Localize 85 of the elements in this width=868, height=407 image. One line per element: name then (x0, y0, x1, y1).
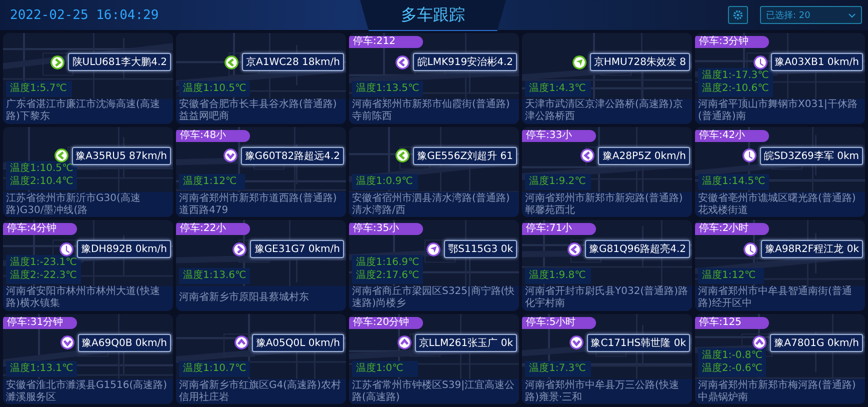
temperature-reading: 温度1:10.5℃ (183, 82, 246, 94)
address-text: 河南省新乡市红旗区G4(高速路)农村信用社庄岩 (176, 379, 346, 404)
address-text: 河南省郑州市新郑市新宛路(普通路)郸馨苑西北 (522, 192, 692, 217)
address-text: 河南省郑州市新郑市仙霞街(普通路)寺前陈西 (349, 98, 519, 124)
stop-duration-badge: 停车:20分钟 (349, 316, 423, 328)
temperature-reading: 温度1:5.7℃ (10, 82, 68, 94)
temperature-reading: 温度1:-0.8℃ (702, 350, 762, 362)
temperature-reading: 温度1:0.9℃ (356, 176, 414, 188)
settings-icon (733, 10, 743, 20)
vehicle-label[interactable]: 鄂S115G3 0k (444, 240, 517, 258)
stop-duration-badge: 停车:42小 (695, 130, 769, 142)
stop-duration-badge: 停车:22小 (176, 223, 250, 235)
temperature-reading: 温度1:-17.3℃ (702, 70, 769, 82)
stop-duration-badge: 停车:3分钟 (695, 36, 769, 48)
temperature-reading: 温度1:16.9℃ (356, 256, 420, 268)
address-text: 河南省新乡市原阳县蔡城村东 (176, 286, 346, 310)
vehicle-label[interactable]: 京LLM261张玉广 0k (414, 334, 517, 352)
temperature-reading: 温度1:0℃ (356, 363, 404, 375)
stop-duration-badge: 停车:4分钟 (3, 223, 77, 235)
temperature-reading: 温度2:10.4℃ (10, 176, 74, 188)
vehicle-label[interactable]: 豫A69Q0B 0km/h (78, 334, 171, 352)
vehicle-label[interactable]: 京HMU728朱效发 8 (590, 53, 690, 71)
temperature-reading: 温度1:10.5℃ (10, 163, 74, 175)
temperature-reading: 温度1:14.5℃ (702, 176, 766, 188)
chevron-down-icon (848, 12, 856, 18)
vehicle-select[interactable]: 已选择: 20 (760, 6, 862, 24)
vehicle-label[interactable]: 豫A28P5Z 0km/h (598, 146, 690, 164)
address-text: 河南省郑州市中牟县智通南街(普通路)经开区中 (695, 286, 865, 310)
vehicle-label[interactable]: 豫A7801G 0km/h (770, 334, 863, 352)
address-text: 江苏省徐州市新沂市G30(高速路)G30/墨冲线(路 (3, 192, 173, 217)
temperature-reading: 温度1:13.6℃ (183, 270, 246, 282)
temperature-reading: 温度2:-10.6℃ (702, 82, 769, 94)
temperature-reading: 温度1:12℃ (183, 176, 238, 188)
stop-duration-badge: 停车:71小 (522, 223, 596, 235)
stop-duration-badge: 停车:33小 (522, 130, 596, 142)
vehicle-label[interactable]: 豫A03XB1 0km/h (770, 53, 863, 71)
address-text: 安徽省亳州市谯城区曙光路(普通路)花戏楼街道 (695, 192, 865, 217)
temperature-reading: 温度1:7.3℃ (529, 363, 587, 375)
address-text: 江苏省常州市钟楼区S39|江宜高速公路(高速路) (349, 379, 519, 404)
address-text: 河南省开封市尉氏县Y032(普通路)路化宇村南 (522, 286, 692, 310)
vehicle-label[interactable]: 豫A98R2F程江龙 0k (761, 240, 863, 258)
temperature-reading: 温度1:13.1℃ (10, 363, 74, 375)
temperature-reading: 温度1:13.5℃ (356, 82, 420, 94)
address-text: 河南省郑州市新郑市道西路(普通路)道西路479 (176, 192, 346, 217)
stop-duration-badge: 停车:125 (695, 316, 769, 328)
address-text: 安徽省淮北市濉溪县G1516(高速路)濉溪服务区 (3, 379, 173, 404)
temperature-reading: 温度2:-0.6℃ (702, 363, 762, 375)
temperature-reading: 温度1:4.3℃ (529, 82, 587, 94)
address-text: 河南省郑州市新郑市梅河路(普通路)中鼎锅炉南 (695, 379, 865, 404)
address-text: 河南省安阳市林州市林州大道(快速路)横水镇集 (3, 286, 173, 310)
stop-duration-badge: 停车:35小 (349, 223, 423, 235)
vehicle-label[interactable]: 豫C171HS韩世隆 0k (586, 334, 690, 352)
stop-duration-badge: 停车:31分钟 (3, 316, 77, 328)
temperature-reading: 温度1:9.8℃ (529, 270, 587, 282)
vehicle-label[interactable]: 豫GE556Z刘超升 61 (413, 146, 517, 164)
vehicle-label[interactable]: 京A1WC28 18km/h (242, 53, 344, 71)
stop-duration-badge: 停车:5小时 (522, 316, 596, 328)
stop-duration-badge: 停车:212 (349, 36, 423, 48)
page-title: 多车跟踪 (360, 0, 506, 31)
stop-duration-badge: 停车:48小 (176, 130, 250, 142)
vehicle-label[interactable]: 豫G81Q96路超亮4.2 (585, 240, 690, 258)
address-text: 河南省平顶山市舞钢市X031|干休路(普通路)南 (695, 98, 865, 124)
temperature-reading: 温度1:-23.1℃ (10, 256, 77, 268)
vehicle-label[interactable]: 豫DH892B 0km/h (77, 240, 171, 258)
vehicle-label[interactable]: 豫A35RU5 87km/h (72, 146, 171, 164)
address-text: 安徽省合肥市长丰县谷水路(普通路)益益网吧商 (176, 98, 346, 124)
vehicle-label[interactable]: 豫GE31G7 0km/h (250, 240, 344, 258)
temperature-reading: 温度1:9.2℃ (529, 176, 587, 188)
vehicle-label[interactable]: 豫A05Q0L 0km/h (252, 334, 344, 352)
address-text: 河南省郑州市中牟县万三公路(快速路)雍景·三和 (522, 379, 692, 404)
vehicle-label[interactable]: 陕ULU681李大鹏4.2 (68, 53, 171, 71)
temperature-reading: 温度1:12℃ (702, 270, 757, 282)
temperature-reading: 温度2:17.6℃ (356, 270, 420, 282)
vehicle-label[interactable]: 豫G60T82路超远4.2 (240, 146, 344, 164)
vehicle-label[interactable]: 皖LMK919安治彬4.2 (413, 53, 517, 71)
address-text: 广东省湛江市廉江市沈海高速(高速路)下黎东 (3, 98, 173, 124)
temperature-reading: 温度2:-22.3℃ (10, 270, 77, 282)
settings-button[interactable] (728, 6, 748, 24)
stop-duration-badge: 停车:2小时 (695, 223, 769, 235)
temperature-reading: 温度1:10.7℃ (183, 363, 246, 375)
address-text: 河南省商丘市梁园区S325|商宁路(快速路)尚楼乡 (349, 286, 519, 310)
datetime-text: 2022-02-25 16:04:29 (9, 8, 160, 22)
address-text: 安徽省宿州市泗县清水湾路(普通路)清水湾路/西 (349, 192, 519, 217)
vehicle-label[interactable]: 皖SD3Z69李军 0km (760, 146, 863, 164)
address-text: 天津市武清区京津公路桥(高速路)京津公路桥西 (522, 98, 692, 124)
